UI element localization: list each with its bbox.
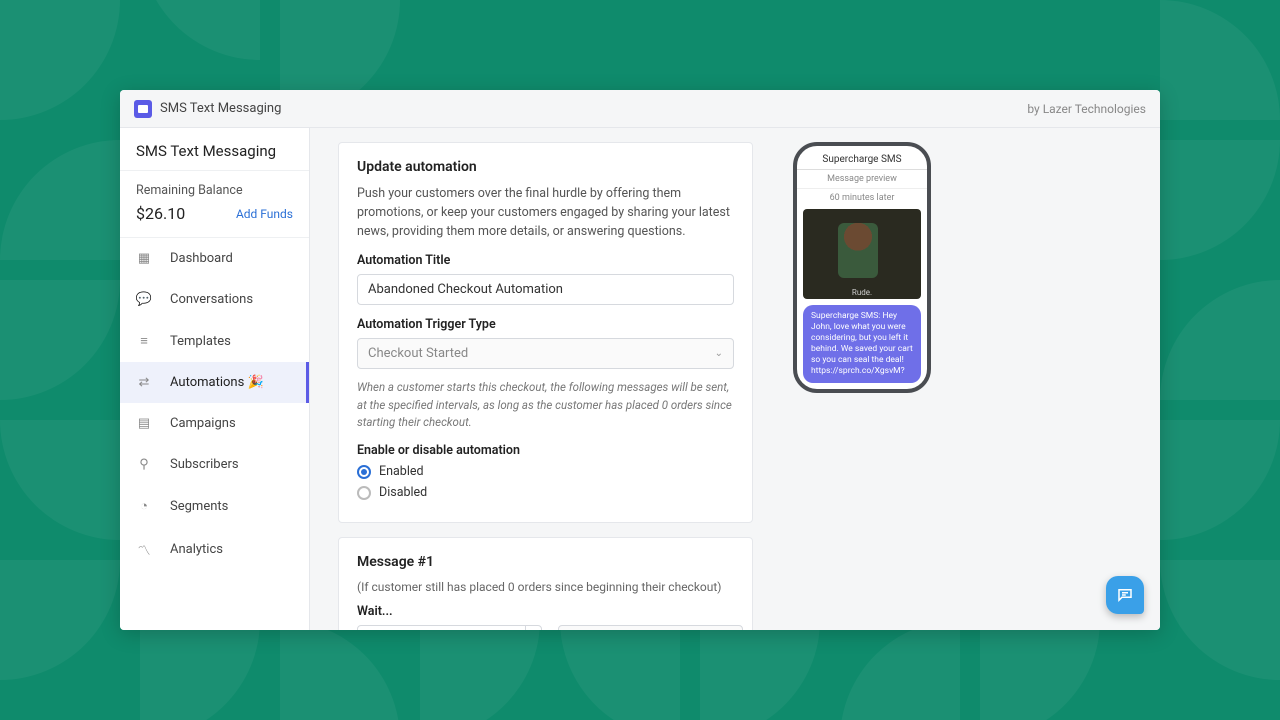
topbar: SMS Text Messaging by Lazer Technologies	[120, 90, 1160, 128]
wait-stepper[interactable]: ▲ ▼	[525, 626, 541, 630]
phone-message-bubble: Supercharge SMS: Hey John, love what you…	[803, 305, 921, 383]
trigger-type-select[interactable]: Checkout Started ⌄	[357, 338, 734, 369]
trigger-type-label: Automation Trigger Type	[357, 317, 734, 332]
sidebar-item-label: Automations 🎉	[170, 375, 264, 390]
conversations-icon: 💬	[136, 292, 152, 307]
main-content: Update automation Push your customers ov…	[310, 128, 1160, 630]
stepper-up-icon[interactable]: ▲	[526, 626, 541, 630]
phone-header: Supercharge SMS	[797, 146, 927, 170]
sidebar-item-templates[interactable]: ≡ Templates	[120, 320, 309, 362]
phone-time: 60 minutes later	[797, 189, 927, 207]
add-funds-link[interactable]: Add Funds	[236, 207, 293, 221]
templates-icon: ≡	[136, 333, 152, 349]
chevron-down-icon: ⌄	[715, 348, 723, 359]
radio-disabled[interactable]: Disabled	[357, 485, 734, 500]
sidebar-item-label: Subscribers	[170, 457, 239, 472]
chat-icon	[1116, 586, 1134, 604]
sidebar-item-label: Templates	[170, 334, 231, 349]
sidebar-item-label: Analytics	[170, 542, 223, 557]
radio-icon	[357, 465, 371, 479]
update-automation-card: Update automation Push your customers ov…	[338, 142, 753, 523]
sidebar-item-label: Segments	[170, 499, 228, 514]
sidebar-title: SMS Text Messaging	[120, 128, 309, 171]
campaigns-icon: ▤	[136, 416, 152, 431]
sidebar-item-automations[interactable]: ⇄ Automations 🎉	[120, 362, 309, 403]
message-card: Message #1 (If customer still has placed…	[338, 537, 753, 630]
automations-icon: ⇄	[136, 375, 152, 390]
enable-label: Enable or disable automation	[357, 443, 734, 458]
app-logo-icon	[134, 100, 152, 118]
radio-enabled[interactable]: Enabled	[357, 464, 734, 479]
wait-label: Wait...	[357, 604, 734, 619]
phone-preview: Supercharge SMS Message preview 60 minut…	[793, 142, 931, 393]
segments-icon: ◔	[136, 498, 152, 514]
dashboard-icon: ▦	[136, 251, 152, 266]
wait-value-input[interactable]	[357, 625, 542, 630]
sidebar-item-label: Dashboard	[170, 251, 233, 266]
balance-amount: $26.10	[136, 204, 185, 223]
sidebar-item-analytics[interactable]: 〽 Analytics	[120, 527, 309, 572]
card-heading: Update automation	[357, 159, 734, 175]
radio-label: Disabled	[379, 485, 427, 500]
chat-fab[interactable]	[1106, 576, 1144, 614]
sidebar-nav: ▦ Dashboard 💬 Conversations ≡ Templates …	[120, 238, 309, 572]
radio-label: Enabled	[379, 464, 424, 479]
sidebar-item-label: Campaigns	[170, 416, 236, 431]
topbar-left: SMS Text Messaging	[134, 100, 281, 118]
sidebar-item-label: Conversations	[170, 292, 253, 307]
trigger-help-note: When a customer starts this checkout, th…	[357, 379, 734, 431]
message-heading: Message #1	[357, 554, 734, 570]
phone-frame: Supercharge SMS Message preview 60 minut…	[793, 142, 931, 393]
app-window: SMS Text Messaging by Lazer Technologies…	[120, 90, 1160, 630]
automation-title-input[interactable]	[357, 274, 734, 305]
automation-title-label: Automation Title	[357, 253, 734, 268]
balance-box: Remaining Balance $26.10 Add Funds	[120, 171, 309, 238]
sidebar: SMS Text Messaging Remaining Balance $26…	[120, 128, 310, 630]
sidebar-item-subscribers[interactable]: ⚲ Subscribers	[120, 444, 309, 485]
phone-preview-image: Rude.	[803, 209, 921, 299]
trigger-type-value: Checkout Started	[368, 346, 468, 361]
radio-icon	[357, 486, 371, 500]
card-description: Push your customers over the final hurdl…	[357, 185, 734, 241]
sidebar-item-campaigns[interactable]: ▤ Campaigns	[120, 403, 309, 444]
subscribers-icon: ⚲	[136, 457, 152, 472]
phone-image-caption: Rude.	[803, 288, 921, 297]
topbar-title: SMS Text Messaging	[160, 101, 281, 116]
vendor-label: by Lazer Technologies	[1027, 102, 1146, 116]
phone-sub: Message preview	[797, 170, 927, 189]
sidebar-item-conversations[interactable]: 💬 Conversations	[120, 279, 309, 320]
sidebar-item-segments[interactable]: ◔ Segments	[120, 485, 309, 527]
analytics-icon: 〽	[136, 540, 152, 559]
message-subtext: (If customer still has placed 0 orders s…	[357, 580, 734, 594]
wait-unit-select[interactable]: Minutes ⌄	[558, 625, 743, 630]
sidebar-item-dashboard[interactable]: ▦ Dashboard	[120, 238, 309, 279]
balance-label: Remaining Balance	[136, 183, 293, 198]
